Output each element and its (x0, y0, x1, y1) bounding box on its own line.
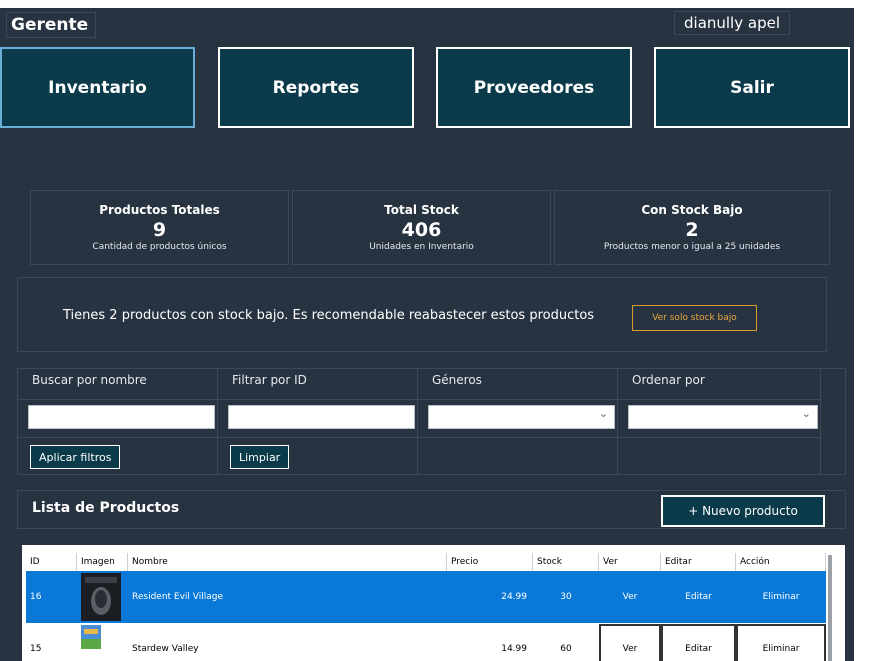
cell-price: 14.99 (501, 644, 527, 654)
stat-subtitle: Cantidad de productos únicos (92, 242, 227, 252)
apply-filters-button[interactable]: Aplicar filtros (30, 445, 121, 469)
filter-name-label: Buscar por nombre (32, 373, 147, 387)
new-product-button[interactable]: + Nuevo producto (661, 495, 825, 527)
filter-id-input[interactable] (228, 405, 415, 429)
user-name-label: dianully apel (674, 11, 790, 35)
table-scrollbar[interactable] (828, 555, 832, 661)
column-header-image[interactable]: Imagen (77, 553, 128, 571)
nav-salir-button[interactable]: Salir (654, 47, 850, 128)
cell-stock: 60 (560, 644, 572, 654)
view-button[interactable]: Ver (599, 572, 661, 622)
stat-title: Con Stock Bajo (641, 203, 743, 217)
column-header-price[interactable]: Precio (447, 553, 533, 571)
table-header: ID Imagen Nombre Precio Stock Ver Editar… (26, 553, 826, 571)
product-image-stardew-valley (81, 625, 101, 649)
edit-button[interactable]: Editar (661, 624, 736, 661)
column-header-id[interactable]: ID (26, 553, 77, 571)
filter-sort-label: Ordenar por (632, 373, 705, 387)
edit-button[interactable]: Editar (661, 572, 736, 622)
cell-id: 15 (30, 644, 42, 654)
delete-button[interactable]: Eliminar (736, 572, 826, 622)
stat-value: 2 (685, 219, 699, 241)
product-list-title: Lista de Productos (32, 500, 180, 516)
window-right-edge (854, 0, 872, 661)
filter-id-column: Filtrar por ID Limpiar (218, 369, 418, 474)
stat-card-total-stock: Total Stock 406 Unidades en Inventario (292, 190, 551, 265)
column-header-edit[interactable]: Editar (661, 553, 736, 571)
stat-title: Productos Totales (99, 203, 220, 217)
nav-proveedores-button[interactable]: Proveedores (436, 47, 632, 128)
filter-name-column: Buscar por nombre Aplicar filtros (18, 369, 218, 474)
filter-sort-column: Ordenar por (618, 369, 821, 474)
window-top-edge (0, 0, 872, 8)
nav-inventario-button[interactable]: Inventario (0, 47, 195, 128)
column-header-stock[interactable]: Stock (533, 553, 599, 571)
stat-card-total-products: Productos Totales 9 Cantidad de producto… (30, 190, 289, 265)
stat-value: 9 (152, 219, 167, 241)
view-button[interactable]: Ver (599, 624, 661, 661)
cell-image (77, 571, 128, 623)
sort-select[interactable] (628, 405, 818, 429)
alert-message: Tienes 2 productos con stock bajo. Es re… (63, 308, 595, 323)
cell-id: 16 (30, 592, 42, 602)
filter-genre-column: Géneros (418, 369, 618, 474)
genre-select[interactable] (428, 405, 615, 429)
delete-button[interactable]: Eliminar (736, 624, 826, 661)
stat-value: 406 (401, 219, 442, 241)
column-header-view[interactable]: Ver (599, 553, 661, 571)
stat-subtitle: Productos menor o igual a 25 unidades (603, 242, 781, 252)
stat-card-low-stock: Con Stock Bajo 2 Productos menor o igual… (554, 190, 830, 265)
product-image-resident-evil (81, 573, 121, 621)
cell-stock: 30 (560, 592, 572, 602)
cell-price: 24.99 (501, 592, 527, 602)
cell-image (77, 623, 128, 661)
cell-name: Resident Evil Village (132, 592, 224, 602)
table-row[interactable]: 16 Resident Evil Village 24.99 30 Ver Ed… (26, 571, 826, 623)
table-row[interactable]: 15 Stardew Valley 14.99 60 Ver Editar El… (26, 623, 826, 661)
column-header-name[interactable]: Nombre (128, 553, 447, 571)
column-header-action[interactable]: Acción (736, 553, 826, 571)
stat-subtitle: Unidades en Inventario (369, 242, 474, 252)
product-list-header: Lista de Productos + Nuevo producto (17, 490, 846, 529)
cell-name: Stardew Valley (132, 644, 199, 654)
search-name-input[interactable] (28, 405, 215, 429)
filter-genre-label: Géneros (432, 373, 482, 387)
nav-reportes-button[interactable]: Reportes (218, 47, 414, 128)
filter-panel: Buscar por nombre Aplicar filtros Filtra… (17, 368, 846, 475)
stat-title: Total Stock (384, 203, 459, 217)
clear-filters-button[interactable]: Limpiar (230, 445, 290, 469)
low-stock-alert: Tienes 2 productos con stock bajo. Es re… (17, 277, 827, 352)
show-low-stock-button[interactable]: Ver solo stock bajo (632, 305, 757, 331)
role-label: Gerente (6, 12, 96, 38)
products-table: ID Imagen Nombre Precio Stock Ver Editar… (22, 545, 845, 661)
filter-id-label: Filtrar por ID (232, 373, 307, 387)
